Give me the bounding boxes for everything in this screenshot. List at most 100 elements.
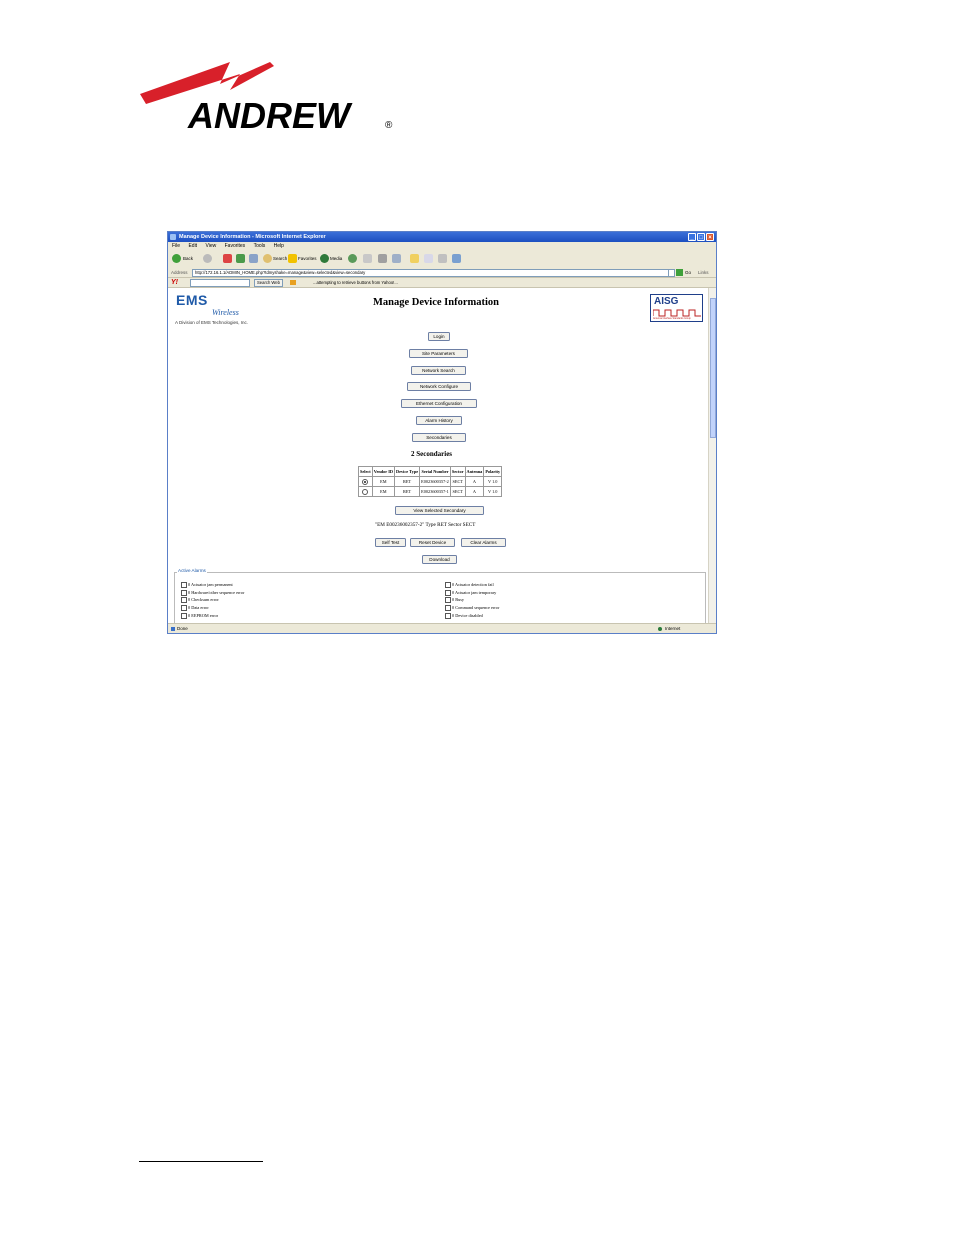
page-title: Manage Device Information	[373, 297, 499, 308]
network-configure-button[interactable]: Network Configure	[407, 382, 471, 391]
back-label[interactable]: Back	[183, 256, 193, 261]
alarm-item[interactable]: 0 Data error	[181, 605, 209, 612]
favorites-icon[interactable]	[288, 254, 297, 263]
alarm-history-button[interactable]: Alarm History	[416, 416, 462, 425]
secondary-radio-2[interactable]	[362, 488, 369, 495]
alarm-item[interactable]: 0 Actuator detection fail	[445, 582, 494, 589]
network-search-button[interactable]: Network Search	[411, 366, 466, 375]
table-row: EM RET E0023600357-1 SECT A V 1.0	[358, 486, 503, 497]
self-test-button[interactable]: Self Test	[375, 538, 406, 547]
alarm-item[interactable]: 0 Device disabled	[445, 613, 483, 620]
checkbox[interactable]	[181, 582, 187, 589]
ie-icon	[170, 234, 176, 240]
table-header-row: Select Vendor ID Device Type Serial Numb…	[358, 466, 503, 477]
view-selected-secondary-button[interactable]: View Selected Secondary	[395, 506, 484, 515]
edit-icon[interactable]	[392, 254, 401, 263]
checkbox[interactable]	[181, 590, 187, 597]
ems-logo: EMS	[176, 292, 208, 308]
address-dropdown-icon[interactable]	[668, 269, 675, 277]
folder-icon[interactable]	[410, 254, 419, 263]
yahoo-pencil-icon[interactable]	[290, 280, 296, 285]
table-header: Vendor ID	[371, 466, 395, 477]
refresh-icon[interactable]	[236, 254, 245, 263]
tools-icon[interactable]	[452, 254, 461, 263]
print-icon[interactable]	[378, 254, 387, 263]
ethernet-configuration-button[interactable]: Ethernet Configuration	[401, 399, 477, 408]
mail-icon[interactable]	[363, 254, 372, 263]
favorites-label[interactable]: Favorites	[298, 256, 317, 261]
messenger-icon[interactable]	[424, 254, 433, 263]
alarm-item[interactable]: 0 Busy	[445, 597, 464, 604]
stop-icon[interactable]	[223, 254, 232, 263]
go-icon[interactable]	[676, 269, 683, 276]
address-label: Address	[171, 270, 188, 275]
vertical-scrollbar[interactable]	[708, 288, 716, 623]
search-icon[interactable]	[263, 254, 272, 263]
download-button[interactable]: Download	[422, 555, 457, 564]
minimize-icon[interactable]: _	[688, 233, 696, 241]
internet-zone-icon	[658, 627, 662, 631]
table-cell: V 1.0	[483, 486, 503, 497]
alarm-item[interactable]: 0 EEPROM error	[181, 613, 218, 620]
menu-tools[interactable]: Tools	[254, 243, 266, 249]
aisg-logo: AISG Antenna Interface Standards Group	[650, 294, 703, 322]
checkbox[interactable]	[445, 582, 451, 589]
checkbox[interactable]	[445, 590, 451, 597]
alarm-item[interactable]: 0 Checksum error	[181, 597, 219, 604]
yahoo-search-button[interactable]: Search Web	[254, 279, 283, 287]
menu-favorites[interactable]: Favorites	[225, 243, 246, 249]
browser-window: Manage Device Information - Microsoft In…	[167, 231, 717, 634]
table-header: Serial Number	[419, 466, 451, 477]
table-header: Select	[358, 466, 373, 477]
home-icon[interactable]	[249, 254, 258, 263]
login-button[interactable]: Login	[428, 332, 450, 341]
table-cell: V 1.0	[483, 476, 503, 487]
device-line: "EM E00236002357-2" Type RET Sector SECT	[375, 522, 476, 528]
menu-view[interactable]: View	[205, 243, 216, 249]
checkbox[interactable]	[445, 613, 451, 620]
secondaries-button[interactable]: Secondaries	[412, 433, 466, 442]
research-icon[interactable]	[438, 254, 447, 263]
checkbox[interactable]	[445, 605, 451, 612]
media-label[interactable]: Media	[330, 256, 342, 261]
checkbox[interactable]	[181, 597, 187, 604]
page-content: EMS Wireless A Division of EMS Technolog…	[168, 288, 708, 623]
menu-edit[interactable]: Edit	[188, 243, 197, 249]
alarm-item[interactable]: 0 Actuator jam temporary	[445, 590, 496, 597]
menu-file[interactable]: File	[172, 243, 180, 249]
page-icon	[171, 627, 175, 631]
alarm-item[interactable]: 0 Command sequence error	[445, 605, 499, 612]
status-text: Done	[177, 626, 188, 631]
alarm-item[interactable]: 0 Actuator jam permanent	[181, 582, 233, 589]
secondary-radio-1[interactable]	[362, 478, 369, 485]
search-label[interactable]: Search	[273, 256, 287, 261]
close-icon[interactable]: ×	[706, 233, 714, 241]
checkbox[interactable]	[181, 613, 187, 620]
history-icon[interactable]	[348, 254, 357, 263]
andrew-logo: ANDREW ®	[138, 54, 400, 134]
forward-icon[interactable]	[203, 254, 212, 263]
checkbox[interactable]	[181, 605, 187, 612]
select-cell	[358, 476, 373, 487]
menu-help[interactable]: Help	[274, 243, 284, 249]
clear-alarms-button[interactable]: Clear Alarms	[461, 538, 506, 547]
table-cell: A	[464, 486, 485, 497]
browser-titlebar: Manage Device Information - Microsoft In…	[168, 232, 716, 242]
table-cell: SECT	[449, 486, 466, 497]
yahoo-status: ...attempting to retrieve buttons from Y…	[313, 280, 398, 285]
reset-device-button[interactable]: Reset Device	[410, 538, 455, 547]
maximize-icon[interactable]: □	[697, 233, 705, 241]
address-bar: Address http://172.16.1.1/ADMIN_HOME.php…	[168, 268, 716, 278]
address-input[interactable]: http://172.16.1.1/ADMIN_HOME.php?tdmysha…	[192, 269, 671, 277]
scrollbar-thumb[interactable]	[710, 298, 716, 438]
links-label[interactable]: Links	[698, 268, 709, 277]
go-label[interactable]: Go	[685, 268, 691, 277]
checkbox[interactable]	[445, 597, 451, 604]
site-parameters-button[interactable]: Site Parameters	[409, 349, 468, 358]
yahoo-search-input[interactable]	[190, 279, 250, 287]
back-icon[interactable]	[172, 254, 181, 263]
footnote-rule	[139, 1161, 263, 1162]
media-icon[interactable]	[320, 254, 329, 263]
alarm-item[interactable]: 0 Hardware/other sequence error	[181, 590, 244, 597]
yahoo-icon[interactable]: Y!	[171, 278, 178, 287]
